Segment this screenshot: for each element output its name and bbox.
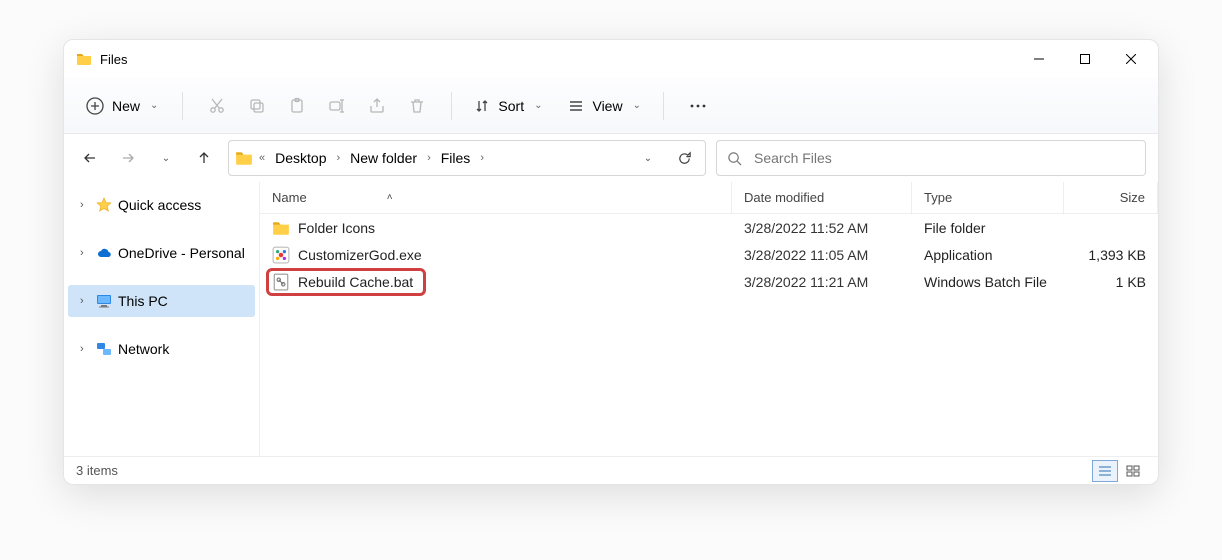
bat-file-icon: [272, 273, 290, 291]
chevron-down-icon: ⌄: [633, 100, 641, 111]
column-header-label: Type: [924, 190, 952, 205]
address-dropdown-button[interactable]: ⌄: [633, 143, 663, 173]
sort-ascending-icon: ˄: [387, 192, 393, 203]
sidebar-item-quick-access[interactable]: › Quick access: [68, 189, 255, 221]
cloud-icon: [96, 245, 112, 261]
sidebar-item-this-pc[interactable]: › This PC: [68, 285, 255, 317]
folder-icon: [235, 149, 253, 167]
sort-button-label: Sort: [498, 98, 524, 114]
chevron-right-icon: ›: [80, 295, 90, 307]
chevron-left-double-icon[interactable]: «: [259, 152, 265, 164]
status-item-count: 3 items: [76, 463, 118, 478]
window-title: Files: [100, 52, 127, 67]
sidebar-item-label: Network: [118, 341, 169, 357]
explorer-window: Files New ⌄ Sort ⌄ View ⌄: [63, 39, 1159, 485]
plus-circle-icon: [86, 97, 104, 115]
file-rows: Folder Icons 3/28/2022 11:52 AM File fol…: [260, 214, 1158, 456]
rename-button[interactable]: [317, 86, 357, 126]
column-header-type[interactable]: Type: [912, 182, 1064, 213]
file-type: File folder: [912, 220, 1064, 236]
sort-icon: [474, 98, 490, 114]
file-row[interactable]: Folder Icons 3/28/2022 11:52 AM File fol…: [260, 214, 1158, 241]
column-header-size[interactable]: Size: [1064, 182, 1158, 213]
search-input[interactable]: [752, 149, 1135, 167]
minimize-button[interactable]: [1016, 43, 1062, 75]
file-name: CustomizerGod.exe: [298, 247, 422, 263]
chevron-right-icon: ›: [80, 247, 90, 259]
delete-button[interactable]: [397, 86, 437, 126]
maximize-button[interactable]: [1062, 43, 1108, 75]
more-button[interactable]: [678, 86, 718, 126]
navigation-bar: ⌄ « Desktop › New folder › Files › ⌄: [64, 134, 1158, 182]
file-type: Windows Batch File: [912, 274, 1064, 290]
folder-icon: [272, 219, 290, 237]
file-row[interactable]: Rebuild Cache.bat 3/28/2022 11:21 AM Win…: [260, 268, 1158, 295]
file-type: Application: [912, 247, 1064, 263]
recent-locations-button[interactable]: ⌄: [152, 144, 180, 172]
file-name: Folder Icons: [298, 220, 375, 236]
view-icon: [568, 98, 584, 114]
column-header-label: Date modified: [744, 190, 824, 205]
close-button[interactable]: [1108, 43, 1154, 75]
file-size: 1,393 KB: [1064, 247, 1158, 263]
chevron-down-icon: ⌄: [534, 100, 542, 111]
share-button[interactable]: [357, 86, 397, 126]
file-date: 3/28/2022 11:52 AM: [732, 220, 912, 236]
file-name: Rebuild Cache.bat: [298, 274, 413, 290]
sidebar-item-label: Quick access: [118, 197, 201, 213]
breadcrumb-segment[interactable]: Desktop: [271, 148, 330, 168]
search-icon: [727, 151, 742, 166]
sidebar-item-network[interactable]: › Network: [68, 333, 255, 365]
new-button[interactable]: New ⌄: [76, 93, 168, 119]
address-bar[interactable]: « Desktop › New folder › Files › ⌄: [228, 140, 706, 176]
status-bar: 3 items: [64, 456, 1158, 484]
breadcrumb-segment[interactable]: New folder: [346, 148, 421, 168]
chevron-right-icon[interactable]: ›: [427, 152, 431, 164]
file-row[interactable]: CustomizerGod.exe 3/28/2022 11:05 AM App…: [260, 241, 1158, 268]
sidebar-item-label: OneDrive - Personal: [118, 245, 245, 261]
forward-button[interactable]: [114, 144, 142, 172]
file-size: 1 KB: [1064, 274, 1158, 290]
sort-button[interactable]: Sort ⌄: [466, 94, 550, 118]
chevron-down-icon: ⌄: [150, 100, 158, 111]
copy-button[interactable]: [237, 86, 277, 126]
file-date: 3/28/2022 11:05 AM: [732, 247, 912, 263]
file-date: 3/28/2022 11:21 AM: [732, 274, 912, 290]
navigation-pane: › Quick access › OneDrive - Personal › T…: [64, 182, 260, 456]
chevron-right-icon: ›: [80, 199, 90, 211]
column-headers: Name ˄ Date modified Type Size: [260, 182, 1158, 214]
refresh-button[interactable]: [669, 143, 699, 173]
sidebar-item-onedrive[interactable]: › OneDrive - Personal: [68, 237, 255, 269]
chevron-right-icon: ›: [80, 343, 90, 355]
titlebar: Files: [64, 40, 1158, 78]
back-button[interactable]: [76, 144, 104, 172]
folder-icon: [76, 51, 92, 67]
column-header-label: Size: [1120, 190, 1145, 205]
search-box[interactable]: [716, 140, 1146, 176]
column-header-name[interactable]: Name ˄: [260, 182, 732, 213]
chevron-right-icon[interactable]: ›: [336, 152, 340, 164]
cut-button[interactable]: [197, 86, 237, 126]
paste-button[interactable]: [277, 86, 317, 126]
command-bar: New ⌄ Sort ⌄ View ⌄: [64, 78, 1158, 134]
view-button-label: View: [592, 98, 622, 114]
details-layout-button[interactable]: [1092, 460, 1118, 482]
file-list: Name ˄ Date modified Type Size Folder Ic…: [260, 182, 1158, 456]
column-header-label: Name: [272, 190, 307, 205]
network-icon: [96, 341, 112, 357]
view-button[interactable]: View ⌄: [560, 94, 648, 118]
sidebar-item-label: This PC: [118, 293, 168, 309]
up-button[interactable]: [190, 144, 218, 172]
chevron-right-icon[interactable]: ›: [480, 152, 484, 164]
content-area: › Quick access › OneDrive - Personal › T…: [64, 182, 1158, 456]
exe-icon: [272, 246, 290, 264]
column-header-date[interactable]: Date modified: [732, 182, 912, 213]
thumbnails-layout-button[interactable]: [1120, 460, 1146, 482]
monitor-icon: [96, 293, 112, 309]
new-button-label: New: [112, 98, 140, 114]
star-icon: [96, 197, 112, 213]
breadcrumb-segment[interactable]: Files: [437, 148, 475, 168]
